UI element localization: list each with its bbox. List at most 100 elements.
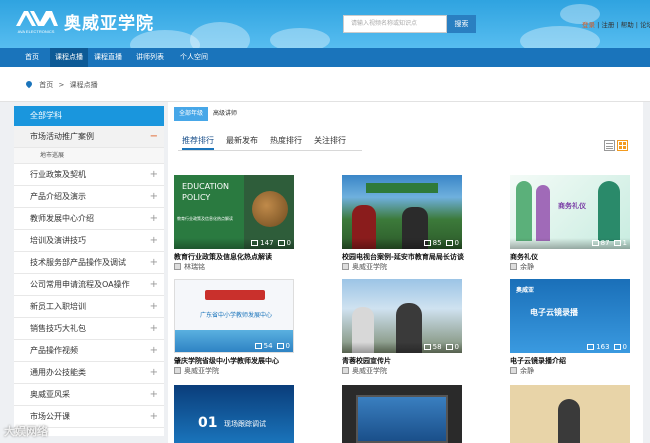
expand-icon[interactable]: + [150,186,158,208]
course-card[interactable] [510,385,640,443]
author-avatar-icon [510,263,517,270]
course-card[interactable]: 01 现场跟踪调试 [174,385,314,443]
cloud-decoration [520,26,600,48]
list-view-icon[interactable] [604,140,615,151]
course-thumbnail[interactable]: 58 0 [342,279,462,353]
tab-followed[interactable]: 关注排行 [314,135,346,146]
sidebar-item[interactable]: 技术服务部产品操作及调试 + [14,252,164,274]
person-image [558,399,580,443]
nav-home[interactable]: 首页 [14,48,50,67]
expand-icon[interactable]: + [150,208,158,230]
course-card[interactable] [342,385,482,443]
course-thumbnail[interactable]: 奥威亚 电子云镜录播 163 0 [510,279,630,353]
course-thumbnail[interactable]: 85 0 [342,175,462,249]
course-card[interactable]: 商务礼仪 87 1 商务礼仪 余静 [510,175,640,275]
course-card[interactable]: 85 0 校园电视台案例-延安市教育局局长访谈 奥威亚学院 [342,175,482,275]
course-thumbnail[interactable] [342,385,462,443]
coins-image [252,191,288,227]
course-title[interactable]: 电子云镜录播介绍 [510,356,650,366]
author-name[interactable]: 余静 [520,367,534,375]
author-name[interactable]: 余静 [520,263,534,271]
forum-link[interactable]: 论坛 [640,21,650,29]
sidebar-item[interactable]: 产品介绍及演示 + [14,186,164,208]
collapse-icon[interactable]: − [150,126,158,148]
sidebar-item[interactable]: 新员工入职培训 + [14,296,164,318]
nav-course-live[interactable]: 课程直播 [88,48,128,67]
filter-senior-lecturer[interactable]: 高级讲师 [208,107,242,121]
sidebar-item[interactable]: 产品操作视频 + [14,340,164,362]
course-thumbnail[interactable] [510,385,630,443]
course-card[interactable]: EDUCATION POLICY 教育行业政策及信息化热点解读 147 0 教育行… [174,175,314,275]
course-thumbnail[interactable]: 商务礼仪 87 1 [510,175,630,249]
view-count: 147 [260,239,274,247]
tab-recommended[interactable]: 推荐排行 [182,135,214,150]
search-input[interactable]: 请输入视频名称或知识点 [343,15,447,33]
sidebar-item-label: 培训及演讲技巧 [30,236,86,245]
course-title[interactable]: 校园电视台案例-延安市教育局局长访谈 [342,252,482,262]
tab-latest[interactable]: 最新发布 [226,135,258,146]
expand-icon[interactable]: + [150,274,158,296]
brand-title[interactable]: 奥威亚学院 [64,9,154,34]
course-thumbnail[interactable]: 01 现场跟踪调试 [174,385,294,443]
sidebar-item-label: 市场活动推广案例 [30,132,94,141]
expand-icon[interactable]: + [150,318,158,340]
grid-view-icon[interactable] [617,140,628,151]
course-title[interactable]: 肇庆学院省级中小学教师发展中心 [174,356,314,366]
course-thumbnail[interactable]: EDUCATION POLICY 教育行业政策及信息化热点解读 147 0 [174,175,294,249]
sidebar-item[interactable]: 通用办公技能类 + [14,362,164,384]
expand-icon[interactable]: + [150,252,158,274]
course-title[interactable]: 教育行业政策及信息化热点解读 [174,252,314,262]
tab-popular[interactable]: 热度排行 [270,135,302,146]
search-button[interactable]: 搜索 [447,15,476,33]
author-name[interactable]: 奥威亚学院 [352,367,387,375]
expand-icon[interactable]: + [150,362,158,384]
expand-icon[interactable]: + [150,230,158,252]
sidebar-item[interactable]: 市场活动推广案例 − [14,126,164,148]
sidebar-title[interactable]: 全部学科 [14,106,164,126]
expand-icon[interactable]: + [150,340,158,362]
filter-all-grades[interactable]: 全部年级 [174,107,209,121]
course-card[interactable]: 广东省中小学教师发展中心 54 0 肇庆学院省级中小学教师发展中心 奥威亚学院 [174,279,314,379]
ava-logo-icon[interactable]: AVA ELECTRONICS [14,8,58,34]
course-thumbnail[interactable]: 广东省中小学教师发展中心 54 0 [174,279,294,353]
sidebar-item-label: 产品操作视频 [30,346,78,355]
nav-lecturers[interactable]: 讲师列表 [128,48,172,67]
login-link[interactable]: 登录 [582,21,595,29]
view-count: 85 [432,239,442,247]
person-image [516,181,532,241]
nav-personal-space[interactable]: 个人空间 [172,48,216,67]
author-name[interactable]: 林瑞铭 [184,263,205,271]
sidebar-item[interactable]: 培训及演讲技巧 + [14,230,164,252]
video-icon [591,240,599,246]
expand-icon[interactable]: + [150,384,158,406]
expand-icon[interactable]: + [150,406,158,428]
author-avatar-icon [510,367,517,374]
expand-icon[interactable]: + [150,296,158,318]
course-title[interactable]: 青蓉校园宣传片 [342,356,482,366]
course-stats: 147 0 [174,238,294,249]
breadcrumb-home[interactable]: 首页 [39,81,53,89]
author-avatar-icon [342,263,349,270]
comment-count: 0 [622,343,627,351]
author-name[interactable]: 奥威亚学院 [184,367,219,375]
sidebar-item[interactable]: 公司常用申请流程及OA操作 + [14,274,164,296]
sidebar-subitem[interactable]: 地市巡展 [14,148,164,164]
main-nav: 首页 课程点播 课程直播 讲师列表 个人空间 [0,48,650,67]
author-name[interactable]: 奥威亚学院 [352,263,387,271]
sidebar-item[interactable]: 行业政策及契机 + [14,164,164,186]
course-card[interactable]: 奥威亚 电子云镜录播 163 0 电子云镜录播介绍 余静 [510,279,640,379]
nav-course-vod[interactable]: 课程点播 [50,48,88,67]
sidebar-item[interactable]: 奥威亚风采 + [14,384,164,406]
course-title[interactable]: 商务礼仪 [510,252,650,262]
watermark: 大娱网络 [4,425,48,438]
sidebar-item[interactable]: 教师发展中心介绍 + [14,208,164,230]
course-card[interactable]: 58 0 青蓉校园宣传片 奥威亚学院 [342,279,482,379]
help-link[interactable]: 帮助 [621,21,634,29]
course-stats: 87 1 [510,238,630,249]
sidebar-item[interactable]: 销售技巧大礼包 + [14,318,164,340]
thumb-subtitle: 现场跟踪调试 [224,420,266,428]
comment-count: 0 [285,342,290,350]
expand-icon[interactable]: + [150,164,158,186]
register-link[interactable]: 注册 [601,21,614,29]
cloud-decoration [270,28,330,48]
